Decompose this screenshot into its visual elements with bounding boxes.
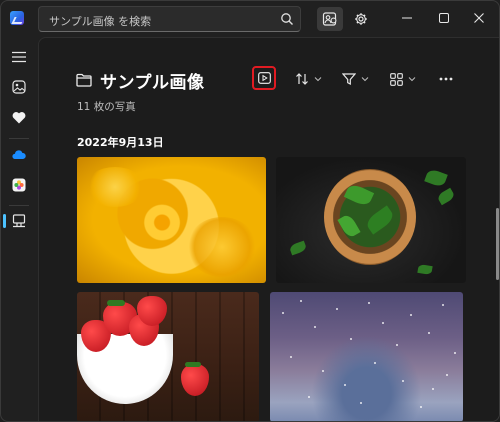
vertical-scrollbar[interactable] [496, 208, 499, 280]
sidebar-divider [9, 138, 29, 139]
photos-app-window: サンプル画像 を検索 サンプル画像 11 枚の写真 2022年9月13日 [0, 0, 500, 422]
photo-thumbnail-spinach[interactable] [276, 157, 466, 283]
grid-layout-icon [390, 72, 403, 86]
sidebar-menu-button[interactable] [7, 45, 31, 69]
search-icon[interactable] [280, 12, 294, 26]
date-group-header: 2022年9月13日 [77, 136, 164, 149]
maximize-button[interactable] [434, 9, 454, 27]
sidebar-selected-indicator [3, 214, 6, 228]
slideshow-play-icon [257, 72, 271, 84]
page-title: サンプル画像 [100, 72, 205, 93]
chevron-down-icon [314, 77, 321, 82]
favorites-heart-icon [12, 111, 26, 123]
sidebar-item-this-pc[interactable] [7, 209, 31, 233]
maximize-icon [439, 13, 449, 23]
this-pc-icon [12, 214, 26, 228]
more-ellipsis-icon [439, 77, 453, 81]
minimize-icon [402, 17, 412, 19]
sidebar-item-icloud-photos[interactable] [7, 173, 31, 197]
search-box[interactable]: サンプル画像 を検索 [38, 6, 301, 32]
gear-icon [355, 13, 367, 25]
filter-button[interactable] [339, 67, 371, 91]
chevron-down-icon [361, 77, 368, 82]
title-bar: サンプル画像 を検索 [1, 1, 499, 37]
people-icon [322, 12, 337, 26]
main-content: サンプル画像 11 枚の写真 2022年9月13日 [38, 37, 499, 421]
onedrive-cloud-icon [12, 150, 26, 159]
sidebar-item-onedrive[interactable] [7, 143, 31, 167]
people-button[interactable] [317, 7, 343, 31]
folder-icon [76, 73, 92, 87]
slideshow-button[interactable] [252, 66, 276, 90]
chevron-down-icon [408, 77, 416, 82]
photo-thumbnail-snow[interactable] [270, 292, 463, 421]
search-input[interactable]: サンプル画像 を検索 [49, 13, 151, 29]
sort-button[interactable] [293, 67, 323, 91]
hamburger-menu-icon [12, 51, 26, 63]
view-layout-button[interactable] [387, 67, 419, 91]
sidebar-divider [9, 205, 29, 206]
sidebar [1, 37, 38, 421]
close-icon [474, 13, 484, 23]
sidebar-item-gallery[interactable] [7, 75, 31, 99]
more-options-button[interactable] [433, 67, 459, 91]
photos-app-icon [10, 11, 24, 25]
photo-thumbnail-strawberries[interactable] [77, 292, 259, 421]
settings-button[interactable] [348, 7, 374, 31]
photo-thumbnail-rose[interactable] [77, 157, 266, 283]
photo-count: 11 枚の写真 [77, 101, 136, 113]
close-button[interactable] [469, 9, 489, 27]
icloud-photos-icon [12, 178, 26, 192]
minimize-button[interactable] [397, 9, 417, 27]
gallery-icon [12, 80, 26, 94]
folder-header: サンプル画像 [76, 68, 205, 93]
sidebar-item-favorites[interactable] [7, 105, 31, 129]
sort-arrows-icon [295, 73, 308, 85]
filter-funnel-icon [341, 73, 356, 85]
